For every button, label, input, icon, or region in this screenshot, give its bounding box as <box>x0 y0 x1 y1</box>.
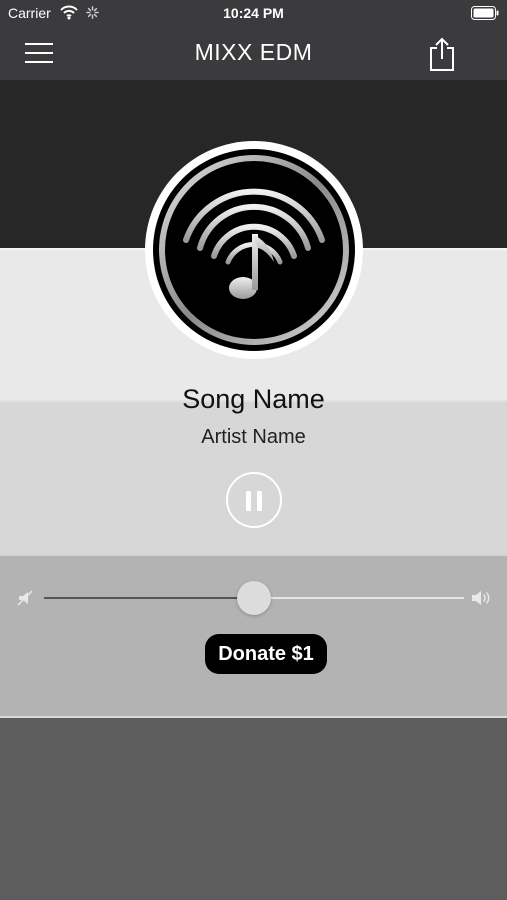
artist-name: Artist Name <box>201 426 306 448</box>
volume-slider[interactable] <box>44 580 464 616</box>
donate-button[interactable]: Donate $1 <box>205 634 327 674</box>
volume-thumb[interactable] <box>237 581 271 615</box>
status-bar: Carrier 10:24 PM <box>0 0 507 28</box>
song-title: Song Name <box>182 384 325 414</box>
speaker-loud-icon <box>472 591 490 605</box>
nav-bar: MIXX EDM <box>0 28 507 80</box>
background-band <box>0 718 507 900</box>
album-artwork <box>145 141 363 359</box>
share-icon[interactable] <box>428 36 456 72</box>
battery-icon <box>471 6 499 20</box>
clock: 10:24 PM <box>223 5 284 21</box>
volume-fill <box>44 597 254 599</box>
speaker-mute-icon <box>17 590 33 606</box>
pause-button[interactable] <box>226 472 282 528</box>
pause-icon <box>246 491 251 511</box>
pause-icon <box>257 491 262 511</box>
